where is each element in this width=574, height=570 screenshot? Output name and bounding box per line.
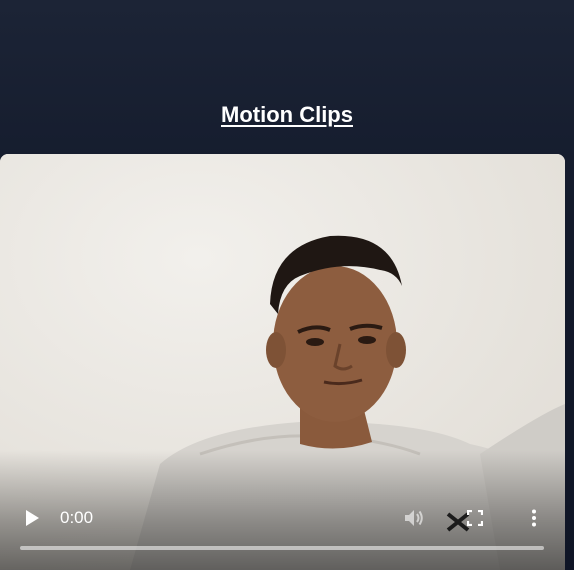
play-button[interactable] (18, 504, 46, 532)
play-icon (26, 510, 39, 526)
page: Motion Clips 0:00 (0, 0, 574, 570)
progress-bar[interactable] (20, 546, 544, 550)
video-player[interactable]: 0:00 (0, 154, 565, 570)
volume-icon (405, 510, 423, 526)
fullscreen-button[interactable] (461, 504, 489, 532)
fullscreen-icon (467, 510, 483, 526)
time-display: 0:00 (60, 508, 94, 527)
more-options-button[interactable] (520, 504, 548, 532)
more-vertical-icon (532, 509, 536, 527)
mute-button[interactable] (400, 504, 428, 532)
page-title: Motion Clips (221, 102, 353, 127)
